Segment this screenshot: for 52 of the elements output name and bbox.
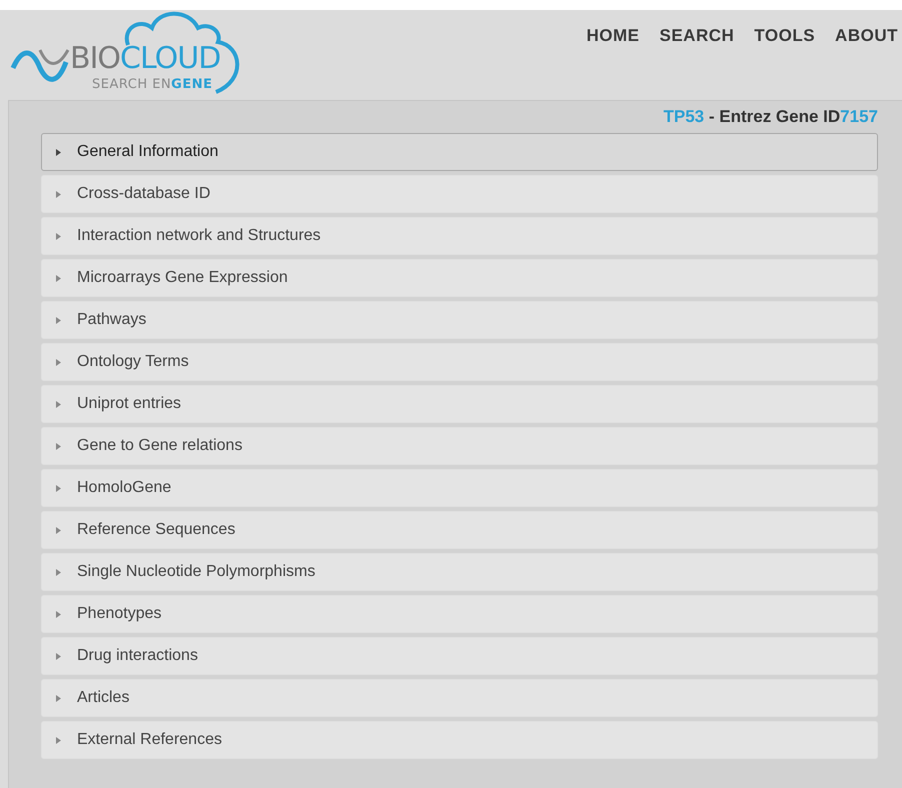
gene-heading: TP53 - Entrez Gene ID7157 bbox=[663, 107, 878, 127]
accordion-item[interactable]: Articles bbox=[41, 679, 878, 717]
caret-icon bbox=[56, 232, 61, 240]
caret-icon bbox=[56, 694, 61, 702]
nav-link[interactable]: SEARCH bbox=[660, 26, 734, 46]
section-label: General Information bbox=[77, 143, 218, 161]
logo-subtitle: SEARCH ENGENE bbox=[92, 78, 212, 91]
caret-icon bbox=[56, 484, 61, 492]
section-label: Reference Sequences bbox=[77, 521, 236, 539]
nav-link[interactable]: TOOLS bbox=[754, 26, 816, 46]
section-label: Ontology Terms bbox=[77, 353, 189, 371]
section-label: External References bbox=[77, 731, 222, 749]
accordion-item[interactable]: Ontology Terms bbox=[41, 343, 878, 381]
logo-title: BIOCLOUD bbox=[70, 44, 220, 74]
nav-link[interactable]: ABOUT bbox=[835, 26, 898, 46]
accordion-item[interactable]: External References bbox=[41, 721, 878, 759]
caret-icon bbox=[56, 736, 61, 744]
accordion-item[interactable]: Phenotypes bbox=[41, 595, 878, 633]
section-label: Gene to Gene relations bbox=[77, 437, 242, 455]
accordion-item[interactable]: Single Nucleotide Polymorphisms bbox=[41, 553, 878, 591]
section-label: Articles bbox=[77, 689, 130, 707]
caret-icon bbox=[56, 400, 61, 408]
accordion-item[interactable]: General Information bbox=[41, 133, 878, 171]
accordion-item[interactable]: Pathways bbox=[41, 301, 878, 339]
section-label: Interaction network and Structures bbox=[77, 227, 321, 245]
section-label: Pathways bbox=[77, 311, 146, 329]
caret-icon bbox=[56, 358, 61, 366]
caret-icon bbox=[56, 568, 61, 576]
caret-icon bbox=[56, 274, 61, 282]
section-label: Single Nucleotide Polymorphisms bbox=[77, 563, 316, 581]
accordion-item[interactable]: Gene to Gene relations bbox=[41, 427, 878, 465]
section-label: Cross-database ID bbox=[77, 185, 210, 203]
accordion-item[interactable]: Drug interactions bbox=[41, 637, 878, 675]
section-label: HomoloGene bbox=[77, 479, 172, 497]
accordion-item[interactable]: Cross-database ID bbox=[41, 175, 878, 213]
accordion-item[interactable]: Microarrays Gene Expression bbox=[41, 259, 878, 297]
accordion-item[interactable]: HomoloGene bbox=[41, 469, 878, 507]
caret-icon bbox=[56, 148, 61, 156]
caret-icon bbox=[56, 442, 61, 450]
section-label: Phenotypes bbox=[77, 605, 162, 623]
accordion-item[interactable]: Interaction network and Structures bbox=[41, 217, 878, 255]
caret-icon bbox=[56, 526, 61, 534]
section-label: Uniprot entries bbox=[77, 395, 182, 413]
nav-link[interactable]: HOME bbox=[586, 26, 640, 46]
caret-icon bbox=[56, 610, 61, 618]
accordion-item[interactable]: Reference Sequences bbox=[41, 511, 878, 549]
caret-icon bbox=[56, 316, 61, 324]
accordion-item[interactable]: Uniprot entries bbox=[41, 385, 878, 423]
caret-icon bbox=[56, 190, 61, 198]
section-label: Drug interactions bbox=[77, 647, 198, 665]
caret-icon bbox=[56, 652, 61, 660]
section-label: Microarrays Gene Expression bbox=[77, 269, 288, 287]
